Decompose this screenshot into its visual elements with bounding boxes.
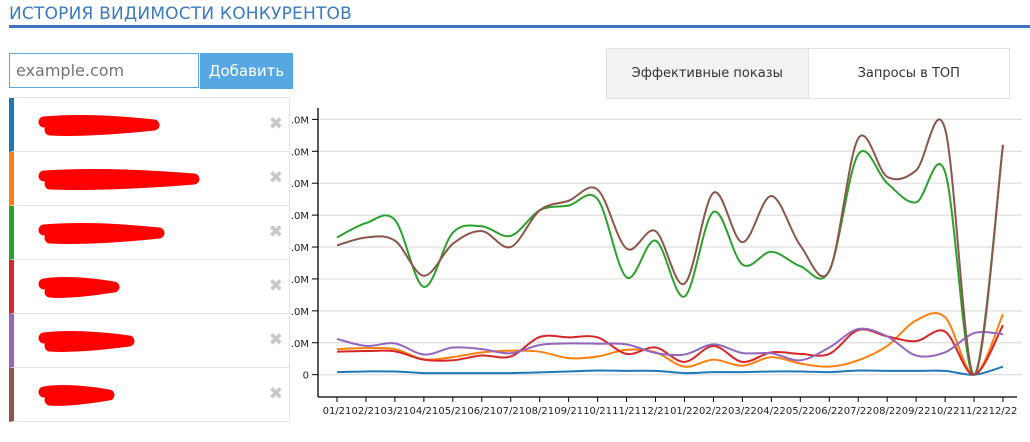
x-tick-label: 11/22 xyxy=(960,406,989,417)
redacted-name-scribble xyxy=(38,169,200,190)
x-tick-label: 03/22 xyxy=(728,406,757,417)
tab-top-queries[interactable]: Запросы в ТОП xyxy=(809,49,1010,98)
x-tick-label: 07/22 xyxy=(844,406,873,417)
series-line xyxy=(336,327,1004,362)
add-button[interactable]: Добавить xyxy=(200,53,293,89)
y-tick-label: 8.0M xyxy=(290,115,309,126)
close-icon[interactable]: ✖ xyxy=(269,384,283,404)
redacted-name-scribble xyxy=(38,385,115,406)
x-tick-label: 03/21 xyxy=(380,406,409,417)
y-tick-label: 0 xyxy=(303,371,309,382)
competitor-item[interactable]: ✖ xyxy=(9,368,289,422)
x-tick-label: 02/21 xyxy=(352,406,381,417)
x-tick-label: 09/21 xyxy=(554,406,583,417)
close-icon[interactable]: ✖ xyxy=(269,168,283,188)
x-tick-label: 06/21 xyxy=(467,406,496,417)
page-title: ИСТОРИЯ ВИДИМОСТИ КОНКУРЕНТОВ xyxy=(9,4,353,24)
x-tick-label: 04/22 xyxy=(757,406,786,417)
series-line xyxy=(336,312,1004,376)
series-line xyxy=(336,365,1004,376)
competitor-item[interactable]: ✖ xyxy=(9,314,289,368)
competitor-item[interactable]: ✖ xyxy=(9,98,289,152)
y-tick-label: 5.0M xyxy=(290,211,309,222)
x-tick-label: 09/22 xyxy=(902,406,931,417)
x-tick-label: 01/21 xyxy=(323,406,352,417)
domain-input[interactable] xyxy=(9,53,199,88)
close-icon[interactable]: ✖ xyxy=(269,114,283,134)
title-divider xyxy=(9,25,1030,28)
x-tick-label: 10/21 xyxy=(583,406,612,417)
x-tick-label: 01/22 xyxy=(670,406,699,417)
close-icon[interactable]: ✖ xyxy=(269,276,283,296)
redacted-name-scribble xyxy=(38,223,165,244)
x-tick-label: 06/22 xyxy=(815,406,844,417)
y-tick-label: 2.0M xyxy=(290,307,309,318)
x-tick-label: 11/21 xyxy=(612,406,641,417)
x-tick-label: 12/21 xyxy=(641,406,670,417)
redacted-name-scribble xyxy=(38,115,160,136)
competitor-item[interactable]: ✖ xyxy=(9,152,289,206)
x-tick-label: 04/21 xyxy=(409,406,438,417)
visibility-chart: 01.0M2.0M3.0M4.0M5.0M6.0M7.0M8.0M01/2102… xyxy=(290,108,1022,417)
y-tick-label: 6.0M xyxy=(290,179,309,190)
competitor-item[interactable]: ✖ xyxy=(9,206,289,260)
close-icon[interactable]: ✖ xyxy=(269,222,283,242)
x-tick-label: 08/21 xyxy=(525,406,554,417)
tab-effective-impressions[interactable]: Эффективные показы xyxy=(607,49,809,98)
metric-tabs: Эффективные показы Запросы в ТОП xyxy=(606,48,1010,99)
y-tick-label: 7.0M xyxy=(290,147,309,158)
x-tick-label: 12/22 xyxy=(989,406,1018,417)
redacted-name-scribble xyxy=(38,277,120,298)
x-tick-label: 05/22 xyxy=(786,406,815,417)
redacted-name-scribble xyxy=(38,331,135,352)
x-tick-label: 02/22 xyxy=(699,406,728,417)
y-tick-label: 4.0M xyxy=(290,243,309,254)
x-tick-label: 05/21 xyxy=(438,406,467,417)
series-line xyxy=(336,324,1004,376)
competitor-list: ✖ ✖ ✖ ✖ ✖ ✖ xyxy=(9,97,290,422)
y-tick-label: 1.0M xyxy=(290,339,309,350)
y-tick-label: 3.0M xyxy=(290,275,309,286)
x-tick-label: 10/22 xyxy=(931,406,960,417)
close-icon[interactable]: ✖ xyxy=(269,330,283,350)
x-tick-label: 07/21 xyxy=(496,406,525,417)
x-tick-label: 08/22 xyxy=(873,406,902,417)
competitor-item[interactable]: ✖ xyxy=(9,260,289,314)
